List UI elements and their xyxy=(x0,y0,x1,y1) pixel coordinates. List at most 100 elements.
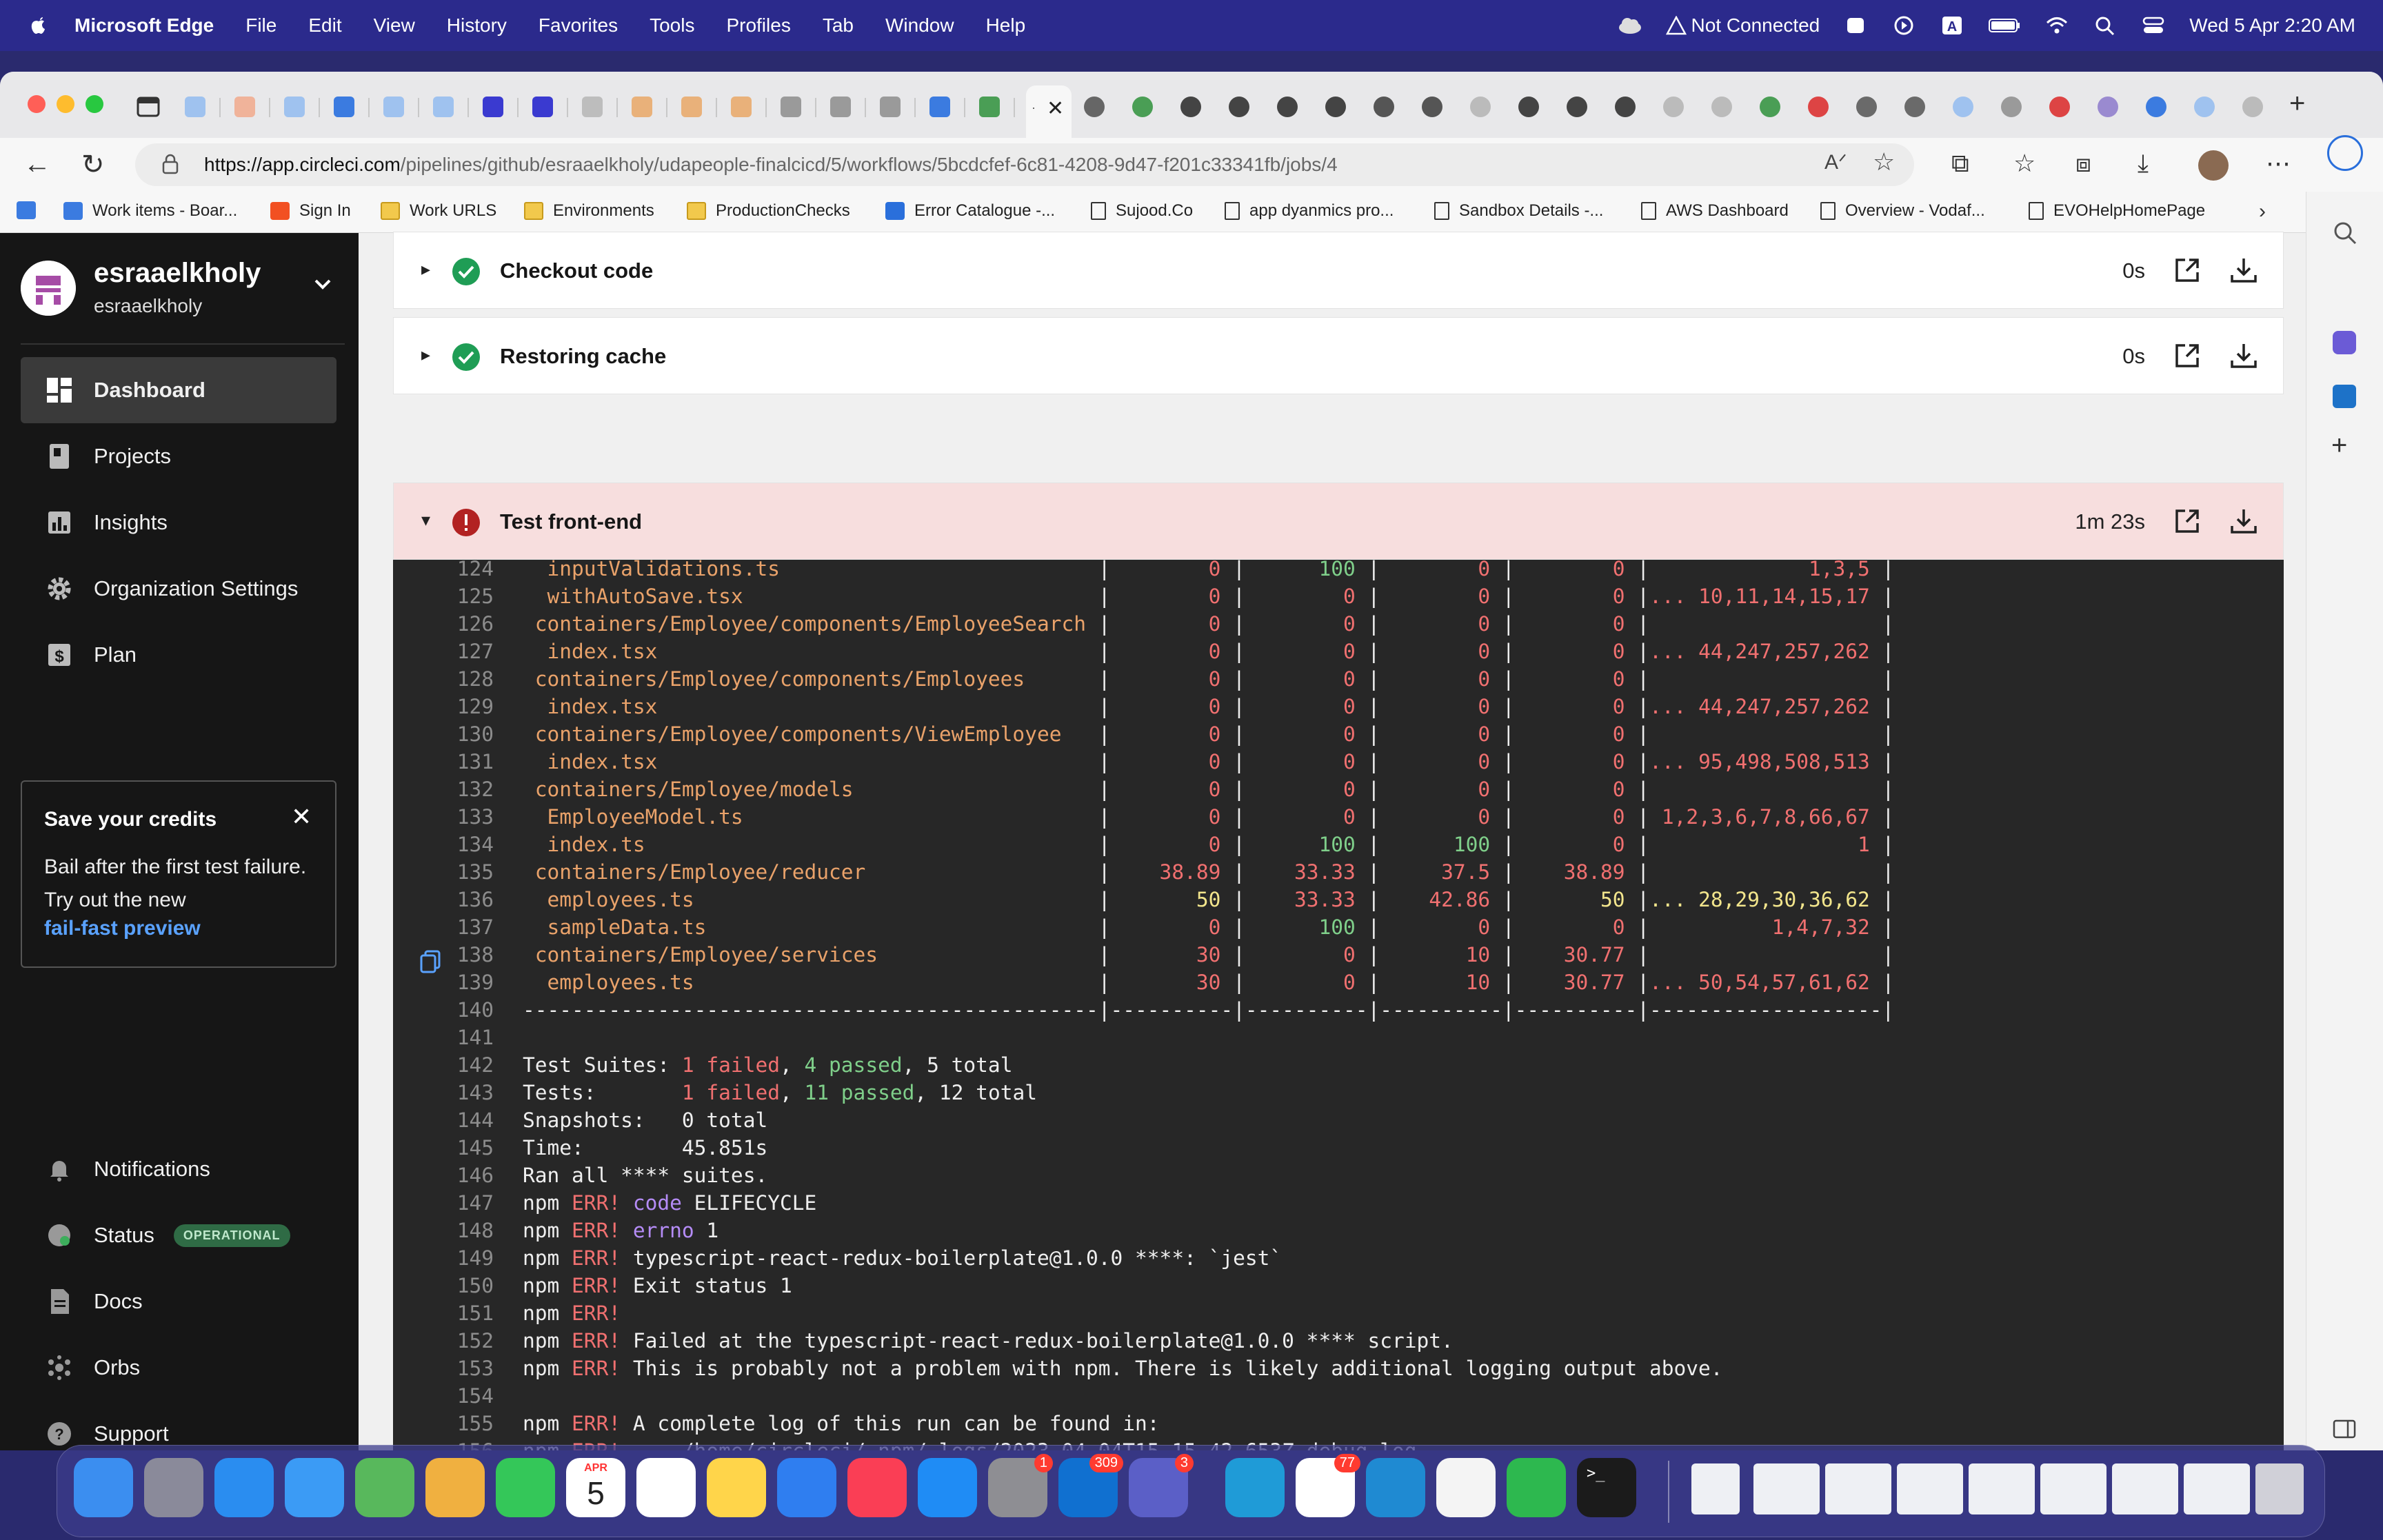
bookmark-item[interactable]: Sujood.Co xyxy=(1091,201,1193,221)
download-icon[interactable] xyxy=(2229,341,2258,370)
tab-favicon[interactable] xyxy=(185,97,205,117)
tab-favicon[interactable] xyxy=(1374,97,1394,117)
menu-history[interactable]: History xyxy=(447,14,507,37)
favorites-icon[interactable]: ☆ xyxy=(2013,149,2035,178)
window-thumbnail[interactable] xyxy=(2040,1463,2107,1514)
tab-actions-icon[interactable] xyxy=(137,97,160,117)
close-icon[interactable]: ✕ xyxy=(291,802,312,831)
tab-favicon[interactable] xyxy=(1277,97,1298,117)
zoom-window-button[interactable] xyxy=(86,95,103,113)
search-icon[interactable] xyxy=(2331,219,2359,247)
new-tab-button[interactable]: + xyxy=(2289,88,2305,119)
tab-favicon[interactable] xyxy=(1711,97,1732,117)
refresh-icon[interactable]: ↻ xyxy=(81,149,105,181)
play-circle-icon[interactable] xyxy=(1891,15,1916,36)
tab-favicon[interactable] xyxy=(1325,97,1346,117)
step-test-front-end[interactable]: ▾ Test front-end 1m 23s xyxy=(393,483,2284,560)
nav-projects[interactable]: Projects xyxy=(21,423,336,489)
tab-favicon[interactable] xyxy=(234,97,255,117)
expand-triangle-icon[interactable]: ▸ xyxy=(421,259,430,280)
tab-favicon[interactable] xyxy=(334,97,354,117)
window-thumbnail[interactable] xyxy=(1825,1463,1891,1514)
bing-copilot-icon[interactable] xyxy=(2327,135,2363,171)
clock[interactable]: Wed 5 Apr 2:20 AM xyxy=(2189,14,2355,37)
menu-app-name[interactable]: Microsoft Edge xyxy=(74,14,214,37)
back-arrow-icon[interactable]: ← xyxy=(23,149,51,180)
open-external-icon[interactable] xyxy=(2173,341,2202,370)
active-tab[interactable]: · ✕ xyxy=(1026,85,1072,138)
tab-favicon[interactable] xyxy=(1808,97,1829,117)
outlook-icon[interactable] xyxy=(2333,385,2356,408)
tab-favicon[interactable] xyxy=(433,97,454,117)
menu-tools[interactable]: Tools xyxy=(650,14,694,37)
battery-icon[interactable] xyxy=(1988,15,2021,36)
tab-favicon[interactable] xyxy=(1470,97,1491,117)
tab-favicon[interactable] xyxy=(1567,97,1587,117)
chevron-down-icon[interactable] xyxy=(310,272,335,296)
menu-tab[interactable]: Tab xyxy=(823,14,854,37)
window-thumbnail[interactable] xyxy=(2184,1463,2250,1514)
bookmark-azure-icon[interactable] xyxy=(17,201,36,219)
close-tab-icon[interactable]: ✕ xyxy=(1047,97,1064,121)
finder-icon[interactable] xyxy=(74,1458,133,1517)
tab-favicon[interactable] xyxy=(880,97,901,117)
reminders-icon[interactable] xyxy=(636,1458,696,1517)
nav-insights[interactable]: Insights xyxy=(21,489,336,556)
bookmark-item[interactable]: Sandbox Details -... xyxy=(1434,201,1603,221)
tab-favicon[interactable] xyxy=(632,97,652,117)
apple-icon[interactable] xyxy=(26,13,51,38)
tab-favicon[interactable] xyxy=(1904,97,1925,117)
tab-favicon[interactable] xyxy=(2242,97,2263,117)
menu-view[interactable]: View xyxy=(374,14,415,37)
tab-favicon[interactable] xyxy=(2194,97,2215,117)
menu-window[interactable]: Window xyxy=(885,14,954,37)
input-source-icon[interactable]: A xyxy=(1940,15,1964,36)
tab-favicon[interactable] xyxy=(2049,97,2070,117)
wifi-icon[interactable] xyxy=(2044,15,2069,36)
sidebar-toggle-icon[interactable] xyxy=(2333,1419,2356,1439)
tab-favicon[interactable] xyxy=(1760,97,1780,117)
safari-icon[interactable] xyxy=(214,1458,274,1517)
window-thumbnail[interactable] xyxy=(1897,1463,1963,1514)
tab-favicon[interactable] xyxy=(929,97,950,117)
bookmark-item[interactable]: AWS Dashboard xyxy=(1641,201,1789,221)
bookmark-item[interactable]: ProductionChecks xyxy=(687,201,850,221)
expand-triangle-icon[interactable]: ▸ xyxy=(421,344,430,365)
open-external-icon[interactable] xyxy=(2173,256,2202,285)
download-icon[interactable] xyxy=(2229,256,2258,285)
edge-icon[interactable] xyxy=(1225,1458,1285,1517)
nav-status[interactable]: Status OPERATIONAL xyxy=(21,1202,336,1268)
archive-icon[interactable] xyxy=(1691,1463,1740,1514)
step-restoring-cache[interactable]: ▸ Restoring cache 0s xyxy=(393,317,2284,394)
tab-favicon[interactable] xyxy=(979,97,1000,117)
tab-favicon[interactable] xyxy=(1229,97,1249,117)
tab-favicon[interactable] xyxy=(383,97,404,117)
photos-icon[interactable] xyxy=(425,1458,485,1517)
tab-favicon[interactable] xyxy=(1518,97,1539,117)
bookmark-item[interactable]: EVOHelpHomePage xyxy=(2029,201,2205,221)
downloads-icon[interactable]: ⤓ xyxy=(2138,149,2149,179)
log-output[interactable]: 124 inputValidations.ts | 0 | 100 | 0 | … xyxy=(393,560,2284,1450)
launchpad-icon[interactable] xyxy=(144,1458,203,1517)
app-store-icon[interactable] xyxy=(918,1458,977,1517)
tab-favicon[interactable] xyxy=(2146,97,2166,117)
tab-favicon[interactable] xyxy=(2098,97,2118,117)
collapse-triangle-icon[interactable]: ▾ xyxy=(421,509,430,531)
chevron-right-icon[interactable]: › xyxy=(2259,200,2266,223)
window-thumbnail[interactable] xyxy=(1753,1463,1820,1514)
tab-favicon[interactable] xyxy=(731,97,752,117)
terminal-icon[interactable]: >_ xyxy=(1577,1458,1636,1517)
teams-icon[interactable]: 3 xyxy=(1129,1454,1194,1517)
open-external-icon[interactable] xyxy=(2173,507,2202,536)
more-options-icon[interactable]: ⋯ xyxy=(2266,149,2291,178)
tab-favicon[interactable] xyxy=(1856,97,1877,117)
menu-favorites[interactable]: Favorites xyxy=(539,14,618,37)
trash-icon[interactable] xyxy=(2255,1463,2304,1514)
url-field[interactable]: https://app.circleci.com/pipelines/githu… xyxy=(135,143,1914,186)
tab-favicon[interactable] xyxy=(830,97,851,117)
notes-icon[interactable] xyxy=(707,1458,766,1517)
nav-support[interactable]: ? Support xyxy=(21,1401,336,1450)
slack-icon[interactable]: 77 xyxy=(1296,1454,1360,1517)
network-status[interactable]: Not Connected xyxy=(1666,14,1820,37)
mail-icon[interactable] xyxy=(285,1458,344,1517)
